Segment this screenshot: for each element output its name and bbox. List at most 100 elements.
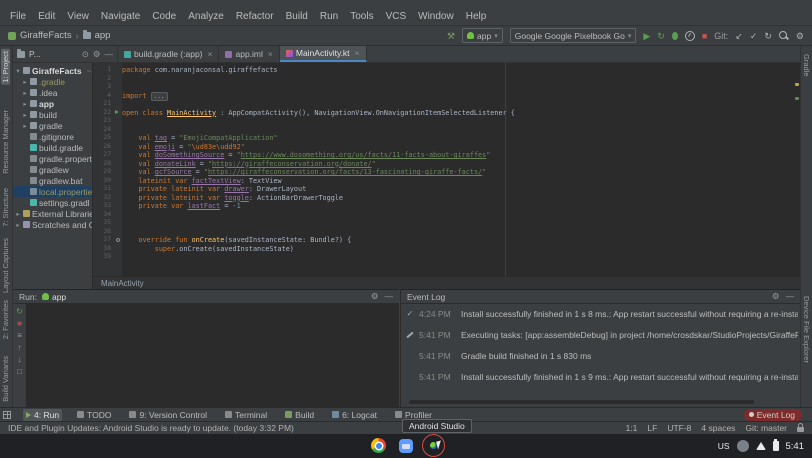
- commit-button[interactable]: ✓: [750, 31, 758, 41]
- code-line[interactable]: 31 private lateinit var drawer: DrawerLa…: [93, 185, 800, 194]
- toolwindow-build[interactable]: Build: [282, 409, 317, 421]
- tree-item-gradle[interactable]: ▸.gradle: [13, 76, 92, 87]
- breadcrumb-class[interactable]: MainActivity: [101, 279, 144, 288]
- line-number[interactable]: 26: [93, 143, 114, 152]
- line-number[interactable]: 38: [93, 245, 114, 254]
- code-line[interactable]: 24: [93, 126, 800, 135]
- tree-item-gradle[interactable]: ▸gradle: [13, 120, 92, 131]
- menu-help[interactable]: Help: [460, 10, 493, 23]
- code-line[interactable]: 27 val doSomethingSource = "https://www.…: [93, 151, 800, 160]
- code-line[interactable]: 37 override fun onCreate(savedInstanceSt…: [93, 236, 800, 245]
- line-number[interactable]: 25: [93, 134, 114, 143]
- tree-item-local-properties[interactable]: local.properties: [13, 186, 92, 197]
- tab-app-iml[interactable]: app.iml×: [219, 46, 279, 62]
- code-line[interactable]: 39: [93, 253, 800, 262]
- rollback-button[interactable]: ↻: [764, 31, 772, 41]
- code-line[interactable]: 28 val donateLink = "https://giraffecons…: [93, 160, 800, 169]
- clear-console-button[interactable]: □: [17, 367, 22, 376]
- expand-icon[interactable]: ▸: [15, 210, 21, 218]
- line-number[interactable]: 30: [93, 177, 114, 186]
- run-configuration-select[interactable]: app ▾: [462, 28, 503, 43]
- stripe-build-variants[interactable]: Build Variants: [1, 354, 10, 404]
- expand-icon[interactable]: ▸: [22, 122, 28, 130]
- line-number[interactable]: 36: [93, 228, 114, 237]
- code-line[interactable]: 32 private lateinit var toggle: ActionBa…: [93, 194, 800, 203]
- code-editor[interactable]: 1package com.naranjaconsal.giraffefacts2…: [93, 63, 800, 276]
- profile-button[interactable]: [685, 31, 695, 41]
- code-line[interactable]: 22open class MainActivity : AppCompatAct…: [93, 109, 800, 118]
- tree-item-app[interactable]: ▸app: [13, 98, 92, 109]
- rerun-button[interactable]: ↻: [16, 307, 23, 316]
- locate-file-icon[interactable]: ⊙: [82, 49, 89, 60]
- indent-style[interactable]: 4 spaces: [701, 423, 735, 433]
- close-tab-icon[interactable]: ×: [268, 49, 273, 59]
- menu-refactor[interactable]: Refactor: [230, 10, 280, 23]
- line-number[interactable]: 2: [93, 75, 114, 84]
- breadcrumb-project[interactable]: GiraffeFacts: [20, 30, 72, 41]
- line-number[interactable]: 37: [93, 236, 114, 245]
- event-log-settings-icon[interactable]: ⚙: [772, 291, 780, 302]
- code-line[interactable]: 34: [93, 211, 800, 220]
- tree-item-build[interactable]: ▸build: [13, 109, 92, 120]
- menu-run[interactable]: Run: [314, 10, 344, 23]
- line-number[interactable]: 3: [93, 83, 114, 92]
- tree-item-gitignore[interactable]: .gitignore: [13, 131, 92, 142]
- file-encoding[interactable]: UTF-8: [667, 423, 691, 433]
- close-tab-icon[interactable]: ×: [355, 48, 360, 58]
- stop-button[interactable]: ■: [17, 319, 22, 328]
- menu-vcs[interactable]: VCS: [380, 10, 413, 23]
- run-console[interactable]: [27, 304, 399, 407]
- line-number[interactable]: 23: [93, 117, 114, 126]
- expand-icon[interactable]: ▸: [22, 100, 28, 108]
- tree-item-idea[interactable]: ▸.idea: [13, 87, 92, 98]
- line-number[interactable]: 28: [93, 160, 114, 169]
- apply-changes-button[interactable]: ↻: [657, 31, 665, 41]
- toolwindow-6-logcat[interactable]: 6: Logcat: [329, 409, 380, 421]
- toolwindow-terminal[interactable]: Terminal: [222, 409, 270, 421]
- down-stack-trace-button[interactable]: ↓: [18, 355, 22, 364]
- code-line[interactable]: 38 super.onCreate(savedInstanceState): [93, 245, 800, 254]
- scrollbar-warning-mark[interactable]: [795, 83, 799, 86]
- stripe-device-file-explorer[interactable]: Device File Explorer: [802, 294, 811, 365]
- keyboard-layout-badge[interactable]: US: [718, 441, 730, 451]
- event-log-horizontal-scrollbar[interactable]: [409, 400, 754, 404]
- line-number[interactable]: 31: [93, 185, 114, 194]
- search-everywhere-button[interactable]: [779, 31, 789, 41]
- line-number[interactable]: 4: [93, 92, 114, 101]
- code-line[interactable]: 25 val tag = "EmojiCompatApplication": [93, 134, 800, 143]
- code-line[interactable]: 21: [93, 100, 800, 109]
- line-number[interactable]: 1: [93, 66, 114, 75]
- line-number[interactable]: 21: [93, 100, 114, 109]
- line-number[interactable]: 29: [93, 168, 114, 177]
- line-number[interactable]: 34: [93, 211, 114, 220]
- line-number[interactable]: 24: [93, 126, 114, 135]
- tree-item-settings-gradl[interactable]: settings.gradl: [13, 197, 92, 208]
- toolwindow-todo[interactable]: TODO: [74, 409, 114, 421]
- hide-panel-icon[interactable]: —: [105, 49, 114, 60]
- stripe-2-favorites[interactable]: 2: Favorites: [1, 298, 10, 341]
- update-project-button[interactable]: ↙: [735, 31, 743, 41]
- expand-icon[interactable]: ▸: [22, 111, 28, 119]
- stripe-resource-manager[interactable]: Resource Manager: [1, 108, 10, 176]
- clock[interactable]: 5:41: [786, 441, 805, 452]
- up-stack-trace-button[interactable]: ↑: [18, 343, 22, 352]
- toolwindow-switcher-icon[interactable]: [3, 411, 11, 419]
- line-number[interactable]: 35: [93, 219, 114, 228]
- tree-item-gradlew[interactable]: gradlew: [13, 164, 92, 175]
- line-separator[interactable]: LF: [647, 423, 657, 433]
- project-view-selector[interactable]: P...: [29, 49, 41, 59]
- menu-tools[interactable]: Tools: [344, 10, 379, 23]
- menu-analyze[interactable]: Analyze: [182, 10, 230, 23]
- code-line[interactable]: 2: [93, 75, 800, 84]
- code-line[interactable]: 35: [93, 219, 800, 228]
- expand-icon[interactable]: ▸: [15, 221, 21, 229]
- stripe-gradle[interactable]: Gradle: [802, 52, 811, 79]
- user-avatar[interactable]: [737, 440, 749, 452]
- line-number[interactable]: 39: [93, 253, 114, 262]
- device-select[interactable]: Google Google Pixelbook Go ▾: [510, 28, 637, 43]
- menu-navigate[interactable]: Navigate: [95, 10, 146, 23]
- tree-item-external-libraries[interactable]: ▸External Libraries: [13, 208, 92, 219]
- scrollbar-ok-mark[interactable]: [795, 97, 799, 100]
- run-tab-app[interactable]: app: [42, 292, 66, 302]
- menu-file[interactable]: File: [4, 10, 32, 23]
